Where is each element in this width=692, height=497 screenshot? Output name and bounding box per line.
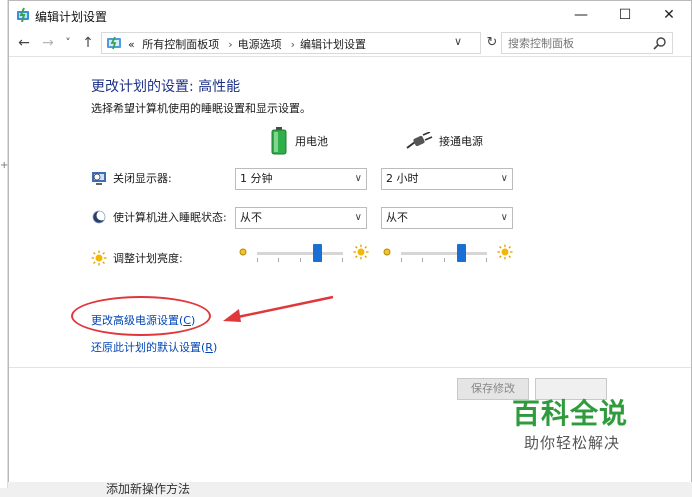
sleep-battery-select[interactable]: 从不 ∨	[235, 207, 367, 229]
breadcrumb: « 所有控制面板项 › 电源选项 › 编辑计划设置	[128, 36, 370, 52]
power-plug-icon	[406, 132, 433, 149]
brightness-label: 调整计划亮度:	[113, 252, 183, 265]
sleep-plugged-value: 从不	[386, 211, 408, 224]
breadcrumb-chevron-icon[interactable]: «	[128, 38, 135, 51]
brightness-label-group: 调整计划亮度:	[91, 250, 183, 266]
display-off-battery-value: 1 分钟	[240, 172, 273, 185]
monitor-clock-icon	[92, 172, 106, 185]
brightness-sun-icon	[91, 250, 107, 266]
breadcrumb-edit-plan[interactable]: 编辑计划设置	[300, 38, 366, 51]
breadcrumb-separator[interactable]: ›	[291, 38, 295, 51]
forward-arrow-icon[interactable]: →	[39, 33, 57, 53]
address-bar[interactable]: « 所有控制面板项 › 电源选项 › 编辑计划设置 ∨	[101, 32, 481, 54]
sleep-battery-value: 从不	[240, 211, 262, 224]
power-options-icon	[17, 7, 29, 23]
sleep-label: 使计算机进入睡眠状态:	[113, 211, 227, 224]
background-partial-text: 添加新操作方法	[106, 482, 191, 496]
brightness-battery-slider[interactable]	[237, 244, 369, 266]
refresh-icon[interactable]: ↻	[483, 32, 501, 54]
recent-locations-icon[interactable]: ˅	[59, 33, 77, 53]
display-off-battery-select[interactable]: 1 分钟 ∨	[235, 168, 367, 190]
slider-track[interactable]	[257, 252, 343, 255]
dim-sun-icon	[239, 248, 247, 256]
address-dropdown-icon[interactable]: ∨	[454, 35, 462, 48]
plugged-column-header: 接通电源	[405, 126, 483, 156]
background-plus-mark: +	[0, 160, 9, 171]
search-input[interactable]	[508, 35, 648, 51]
window-title: 编辑计划设置	[35, 10, 108, 24]
page-title: 更改计划的设置: 高性能	[91, 79, 241, 95]
bright-sun-icon	[353, 244, 369, 260]
up-arrow-icon[interactable]: ↑	[79, 33, 97, 53]
brightness-plugged-slider[interactable]	[381, 244, 513, 266]
title-bar[interactable]: 编辑计划设置 — ☐ ✕	[9, 1, 691, 29]
display-off-label-group: 关闭显示器:	[91, 170, 172, 186]
slider-thumb[interactable]	[456, 244, 466, 262]
background-window-edge: +	[0, 0, 8, 488]
page-description: 选择希望计算机使用的睡眠设置和显示设置。	[91, 102, 311, 115]
display-off-plugged-select[interactable]: 2 小时 ∨	[381, 168, 513, 190]
watermark-slogan: 助你轻松解决	[524, 434, 621, 452]
minimize-button[interactable]: —	[559, 1, 603, 29]
bright-sun-icon	[497, 244, 513, 260]
restore-defaults-link[interactable]: 还原此计划的默认设置(R)	[91, 339, 217, 355]
chevron-down-icon: ∨	[354, 173, 362, 184]
footer-divider	[9, 367, 691, 368]
display-off-label: 关闭显示器:	[113, 172, 172, 185]
control-panel-icon	[107, 36, 121, 50]
slider-ticks	[257, 258, 343, 262]
breadcrumb-all-items[interactable]: 所有控制面板项	[142, 38, 219, 51]
search-icon[interactable]	[653, 36, 667, 50]
chevron-down-icon: ∨	[500, 173, 508, 184]
restore-link-accesskey: R	[205, 341, 213, 354]
slider-track[interactable]	[401, 252, 487, 255]
moon-icon	[92, 210, 107, 224]
sleep-label-group: 使计算机进入睡眠状态:	[91, 209, 227, 225]
annotation-arrow-icon	[223, 295, 334, 322]
close-button[interactable]: ✕	[647, 1, 691, 29]
battery-column-header: 用电池	[271, 126, 328, 156]
battery-icon	[271, 127, 287, 155]
slider-ticks	[401, 258, 487, 262]
restore-link-text: 还原此计划的默认设置(	[91, 341, 206, 354]
breadcrumb-power-options[interactable]: 电源选项	[238, 38, 282, 51]
back-arrow-icon[interactable]: ←	[15, 33, 33, 53]
battery-column-label: 用电池	[295, 135, 328, 148]
search-box[interactable]	[501, 32, 673, 54]
display-off-plugged-value: 2 小时	[386, 172, 419, 185]
breadcrumb-separator[interactable]: ›	[228, 38, 232, 51]
plugged-column-label: 接通电源	[439, 135, 483, 148]
watermark-title: 百科全说	[512, 397, 629, 430]
address-toolbar: ← → ˅ ↑ « 所有控制面板项 › 电源选项 › 编辑计划设置 ∨ ↻	[9, 29, 691, 57]
chevron-down-icon: ∨	[354, 212, 362, 223]
watermark-logo: 百科全说 助你轻松解决	[508, 392, 658, 462]
dim-sun-icon	[383, 248, 391, 256]
slider-thumb[interactable]	[312, 244, 322, 262]
annotation-circle	[71, 296, 211, 336]
restore-link-close: )	[212, 341, 218, 354]
sleep-plugged-select[interactable]: 从不 ∨	[381, 207, 513, 229]
chevron-down-icon: ∨	[500, 212, 508, 223]
maximize-button[interactable]: ☐	[603, 1, 647, 29]
